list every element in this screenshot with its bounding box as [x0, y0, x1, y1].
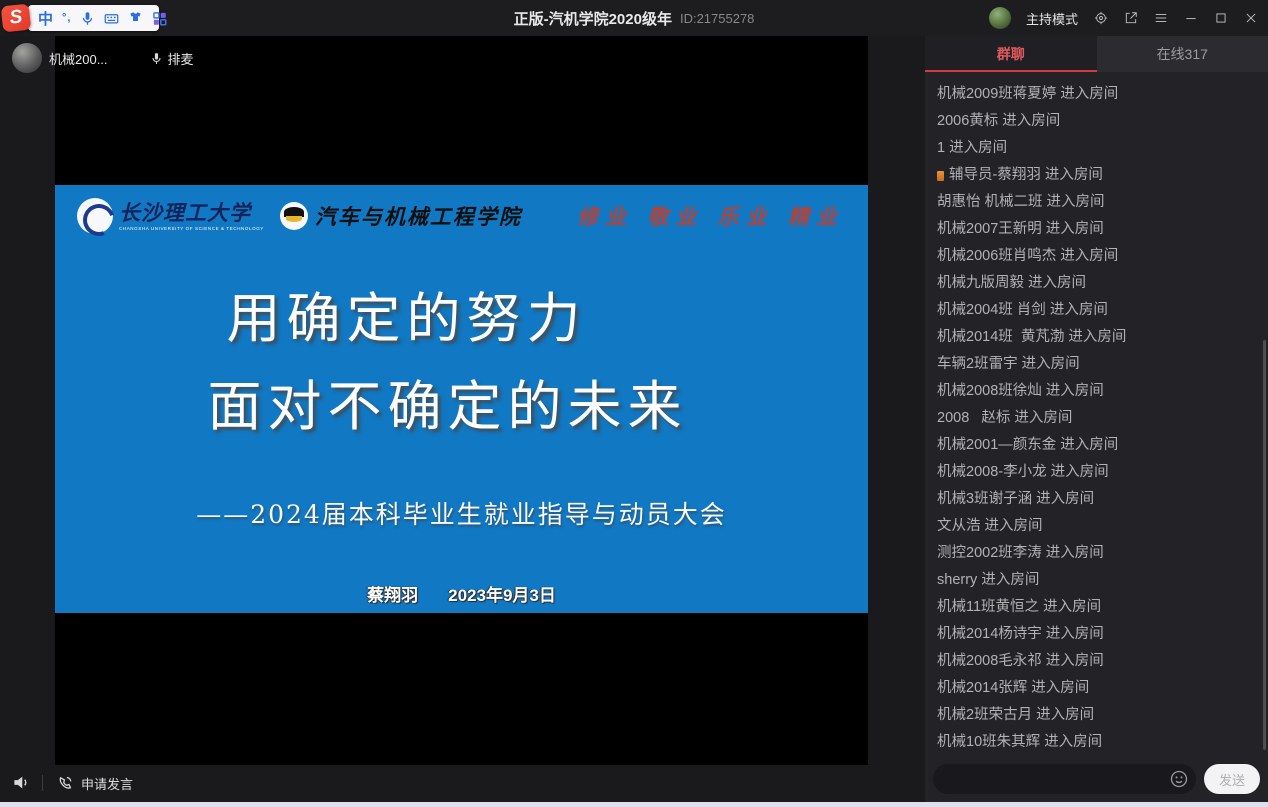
chat-message: 测控2002班李涛 进入房间 — [937, 540, 1256, 567]
speaker-icon[interactable] — [12, 773, 32, 793]
ime-toolbar: 中 °, S — [2, 4, 30, 32]
college-name: 汽车与机械工程学院 — [315, 201, 522, 231]
ime-grid-menu-icon[interactable] — [152, 11, 167, 26]
chat-tabs: 群聊 在线317 — [925, 36, 1268, 72]
video-stage: 机械200... 排麦 长沙理工大学 CHANGSHA UNIVERSITY O… — [0, 36, 925, 807]
room-id: ID:21755278 — [680, 11, 754, 26]
chat-panel: 群聊 在线317 机械2009班蒋夏婷 进入房间2006黄标 进入房间1 进入房… — [925, 36, 1268, 807]
phone-raise-hand-icon — [57, 775, 74, 792]
university-names: 长沙理工大学 CHANGSHA UNIVERSITY OF SCIENCE & … — [119, 202, 264, 231]
chat-message: 机械11班黄恒之 进入房间 — [937, 594, 1256, 621]
slide-title-line2: 面对不确定的未来 — [41, 367, 854, 447]
slide-motto: 修业 敬业 乐业 精业 — [577, 201, 844, 231]
ime-microphone-icon[interactable] — [80, 11, 95, 26]
request-speak-button[interactable]: 申请发言 — [57, 774, 133, 793]
chat-message: 机械2009班蒋夏婷 进入房间 — [937, 81, 1256, 108]
close-icon[interactable] — [1243, 11, 1258, 26]
chat-message: 2006黄标 进入房间 — [937, 108, 1256, 135]
chat-input-bar: 发送 — [933, 764, 1260, 794]
queue-mic-label: 排麦 — [168, 49, 194, 68]
divider — [42, 775, 43, 791]
minimize-icon[interactable] — [1183, 11, 1198, 26]
room-title: 正版-汽机学院2020级年 — [514, 8, 672, 29]
microphone-icon — [150, 51, 163, 66]
settings-gear-icon[interactable] — [1093, 11, 1108, 26]
university-logo — [77, 198, 113, 234]
titlebar-controls: 主持模式 — [989, 0, 1258, 36]
chat-message: 机械2014杨诗宇 进入房间 — [937, 621, 1256, 648]
host-mode-label[interactable]: 主持模式 — [1026, 9, 1078, 28]
titlebar: 中 °, S 正版-汽机学院2020级年 ID:21755278 — [0, 0, 1268, 36]
chat-message: 文从浩 进入房间 — [937, 513, 1256, 540]
slide-date: 2023年9月3日 — [448, 586, 556, 605]
request-speak-label: 申请发言 — [81, 774, 133, 793]
college-logo — [280, 202, 308, 230]
chat-message: 2008 赵标 进入房间 — [937, 405, 1256, 432]
slide-subtitle: ——2024届本科毕业生就业指导与动员大会 — [55, 495, 868, 531]
chat-message: 机械2007王新明 进入房间 — [937, 216, 1256, 243]
open-external-icon[interactable] — [1123, 11, 1138, 26]
chat-message: 辅导员-蔡翔羽 进入房间 — [937, 162, 1256, 189]
titlebar-center: 正版-汽机学院2020级年 ID:21755278 — [514, 0, 755, 36]
stage-bottom-bar: 申请发言 — [0, 765, 925, 801]
presenter-name: 机械200... — [49, 49, 108, 68]
university-name-en: CHANGSHA UNIVERSITY OF SCIENCE & TECHNOL… — [119, 226, 264, 231]
slide-footer: 蔡翔羽 2023年9月3日 — [55, 581, 868, 606]
chat-message: 机械2008毛永祁 进入房间 — [937, 648, 1256, 675]
chat-message: 1 进入房间 — [937, 135, 1256, 162]
chat-message: 机械2008班徐灿 进入房间 — [937, 378, 1256, 405]
chat-scrollbar[interactable] — [1263, 340, 1266, 750]
ime-skin-tshirt-icon[interactable] — [128, 11, 143, 26]
slide-title-line1: 用确定的努力 — [0, 279, 813, 359]
window-bottom-edge — [0, 802, 1268, 807]
chat-messages: 机械2009班蒋夏婷 进入房间2006黄标 进入房间1 进入房间辅导员-蔡翔羽 … — [925, 75, 1268, 756]
ime-toolbar-pill: 中 °, — [28, 5, 159, 31]
chat-message: 机械2008-李小龙 进入房间 — [937, 459, 1256, 486]
chat-input[interactable] — [933, 764, 1196, 794]
chat-message: 机械10班朱其辉 进入房间 — [937, 729, 1256, 756]
presenter-avatar[interactable] — [12, 43, 42, 73]
slide-title: 用确定的努力 面对不确定的未来 — [55, 279, 868, 447]
ime-punctuation-toggle[interactable]: °, — [62, 12, 71, 24]
presentation-slide: 长沙理工大学 CHANGSHA UNIVERSITY OF SCIENCE & … — [55, 185, 868, 613]
slide-author: 蔡翔羽 — [367, 586, 418, 605]
chat-message: 机械九版周毅 进入房间 — [937, 270, 1256, 297]
tab-group-chat[interactable]: 群聊 — [925, 36, 1097, 72]
university-name: 长沙理工大学 — [119, 202, 264, 224]
maximize-icon[interactable] — [1213, 11, 1228, 26]
queue-mic-button[interactable]: 排麦 — [150, 49, 194, 68]
chat-message: 机械3班谢子涵 进入房间 — [937, 486, 1256, 513]
emoji-icon[interactable] — [1169, 769, 1189, 789]
chat-message: 机械2014张辉 进入房间 — [937, 675, 1256, 702]
chat-input-wrap — [933, 764, 1196, 794]
ime-keyboard-icon[interactable] — [104, 11, 119, 26]
menu-icon[interactable] — [1153, 11, 1168, 26]
send-button[interactable]: 发送 — [1204, 764, 1260, 794]
ime-language-toggle[interactable]: 中 — [38, 8, 53, 29]
app-window: 中 °, S 正版-汽机学院2020级年 ID:21755278 — [0, 0, 1268, 807]
ime-sogou-logo[interactable]: S — [1, 4, 32, 33]
chat-message: 机械2004班 肖剑 进入房间 — [937, 297, 1256, 324]
host-avatar[interactable] — [989, 7, 1011, 29]
presenter-overlay: 机械200... 排麦 — [12, 43, 194, 73]
chat-message: 机械2006班肖鸣杰 进入房间 — [937, 243, 1256, 270]
chat-message: 胡惠怡 机械二班 进入房间 — [937, 189, 1256, 216]
chat-message: 机械2014班 黄芃渤 进入房间 — [937, 324, 1256, 351]
chat-message: 机械2001—颜东金 进入房间 — [937, 432, 1256, 459]
tab-online-members[interactable]: 在线317 — [1097, 36, 1268, 72]
slide-header: 长沙理工大学 CHANGSHA UNIVERSITY OF SCIENCE & … — [77, 198, 522, 234]
chat-message: 车辆2班雷宇 进入房间 — [937, 351, 1256, 378]
chat-message: 机械2班荣古月 进入房间 — [937, 702, 1256, 729]
chat-message: sherry 进入房间 — [937, 567, 1256, 594]
video-frame: 长沙理工大学 CHANGSHA UNIVERSITY OF SCIENCE & … — [55, 36, 868, 765]
admin-badge-icon — [937, 171, 944, 181]
